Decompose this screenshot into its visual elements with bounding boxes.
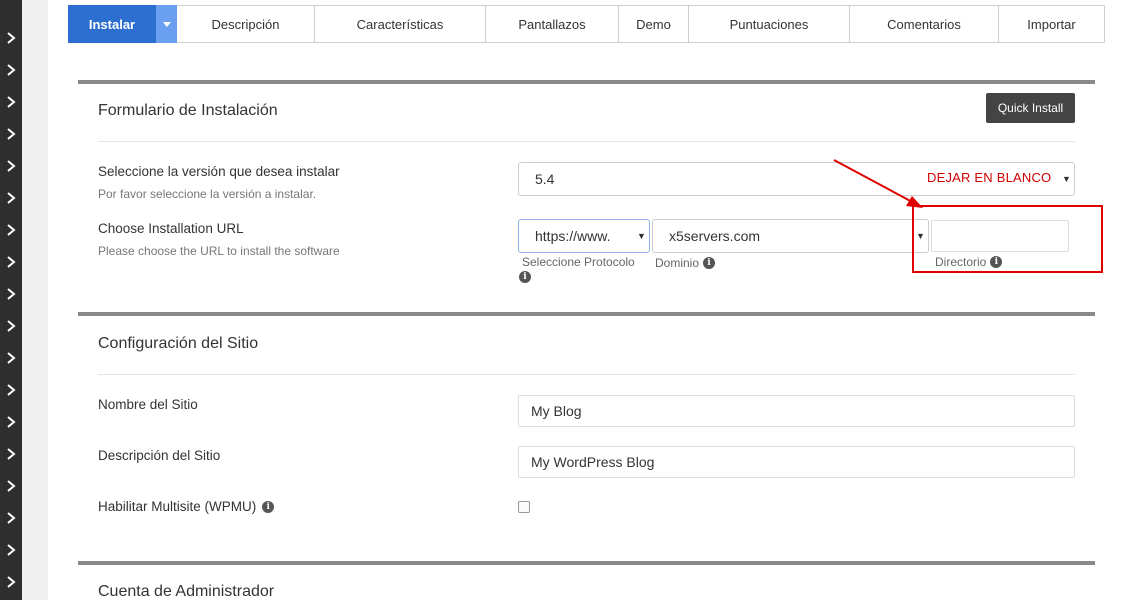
annotation-arrow-icon <box>833 159 923 208</box>
annotation-highlight-box <box>912 205 1103 273</box>
